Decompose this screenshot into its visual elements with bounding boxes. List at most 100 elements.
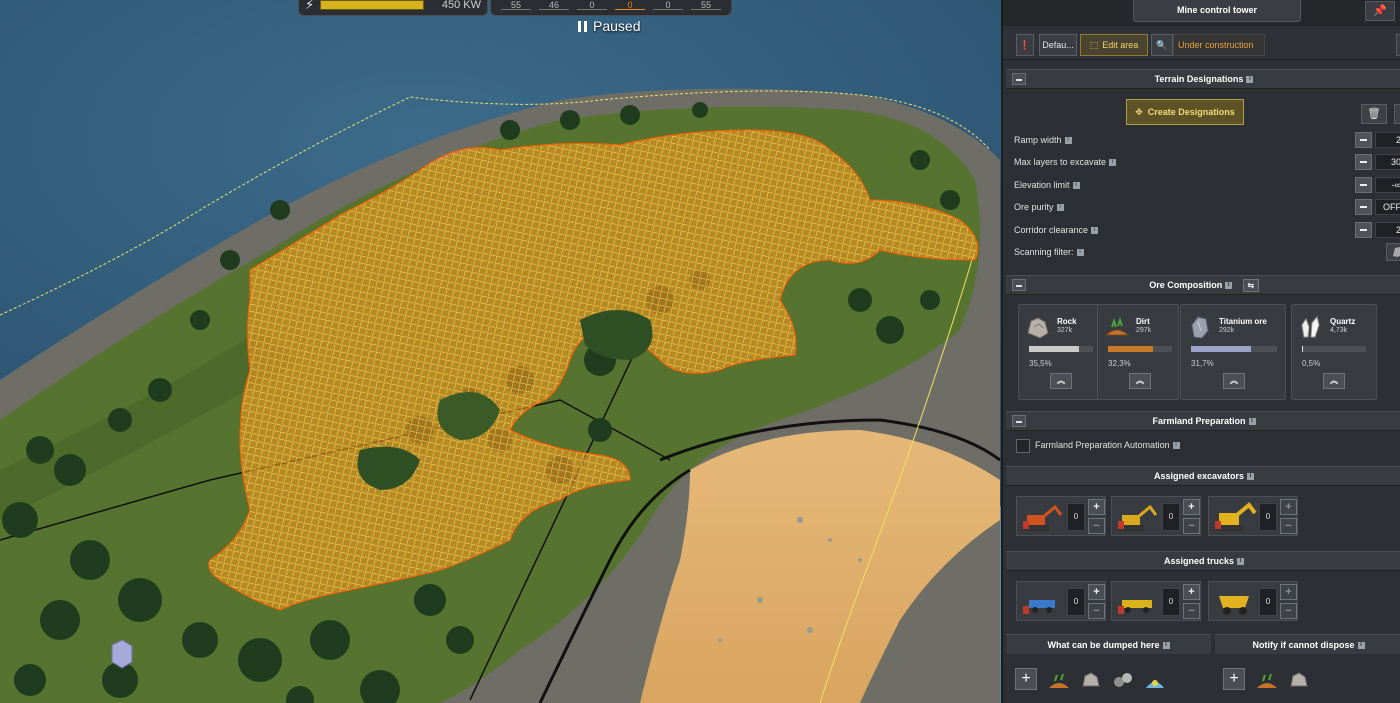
power-bolt-icon: ⚡ (305, 0, 315, 12)
trash-icon[interactable]: 🗑 (1361, 104, 1387, 124)
excavator-count: 0 (1067, 503, 1085, 531)
assigned-excavators-header: Assigned excavators i (1006, 466, 1400, 486)
info-icon[interactable]: i (1246, 76, 1254, 84)
resource-strip[interactable]: 55 46 0 0 0 55 (490, 0, 732, 16)
add-truck-button[interactable]: + (1088, 584, 1105, 600)
ore-amount: 4,73k (1330, 327, 1348, 334)
default-dropdown[interactable]: Defau... (1039, 34, 1077, 56)
paused-indicator[interactable]: Paused (578, 18, 640, 34)
dirt-icon (1049, 673, 1069, 688)
paused-label: Paused (593, 18, 641, 34)
priority-up-button[interactable]: ︽ (1129, 373, 1151, 389)
ore-card-titanium: Titanium ore 292k 31,7% ︽ (1180, 304, 1286, 400)
ore-share-bar (1302, 346, 1366, 352)
info-icon[interactable]: i (1076, 249, 1084, 257)
priority-up-button[interactable]: ︽ (1323, 373, 1345, 389)
add-truck-button[interactable]: + (1183, 584, 1200, 600)
swap-icon[interactable]: ⇆ (1242, 279, 1259, 293)
add-excavator-button[interactable]: + (1088, 499, 1105, 515)
param-value[interactable]: -∞ (1375, 177, 1400, 193)
priority-icon[interactable]: ❗ (1016, 34, 1034, 56)
scanning-filter-button[interactable] (1386, 243, 1400, 261)
ore-name: Rock (1057, 317, 1077, 326)
decrement-button[interactable] (1355, 199, 1372, 215)
farmland-automation-label: Farmland Preparation Automation i (1035, 440, 1180, 450)
remove-excavator-button[interactable]: − (1280, 518, 1297, 534)
create-designations-button[interactable]: ✥ Create Designations (1126, 99, 1244, 125)
info-icon[interactable]: i (1056, 204, 1064, 212)
rock-icon (1290, 672, 1308, 687)
param-value[interactable]: 2 (1375, 132, 1400, 148)
info-icon[interactable]: i (1237, 558, 1245, 566)
resource-counter: 55 (501, 0, 531, 10)
priority-up-button[interactable]: ︽ (1223, 373, 1245, 389)
resource-counter: 0 (615, 0, 645, 10)
remove-truck-button[interactable]: − (1183, 603, 1200, 619)
ore-composition-header: Ore Composition i ⇆ (1006, 275, 1400, 295)
building-icon[interactable] (111, 639, 133, 669)
info-icon[interactable]: i (1248, 418, 1256, 426)
farmland-automation-checkbox[interactable] (1016, 439, 1030, 453)
farmland-automation-text: Farmland Preparation Automation (1035, 440, 1170, 450)
dump-allowed-title: What can be dumped here (1047, 640, 1160, 650)
info-icon[interactable]: i (1172, 442, 1180, 450)
ore-percent: 35,5% (1029, 359, 1052, 368)
waste-icon (1146, 680, 1164, 688)
add-truck-button[interactable]: + (1280, 584, 1297, 600)
remove-truck-button[interactable]: − (1088, 603, 1105, 619)
truck-count: 0 (1162, 588, 1180, 616)
param-max-layers: Max layers to excavate i 30 (1014, 153, 1400, 171)
resource-counter: 0 (653, 0, 683, 10)
power-indicator[interactable]: ⚡ 450 KW (298, 0, 488, 16)
info-icon[interactable]: i (1072, 182, 1080, 190)
priority-up-button[interactable]: ︽ (1050, 373, 1072, 389)
param-label: Max layers to excavate (1014, 157, 1107, 167)
ore-share-bar (1029, 346, 1093, 352)
pause-icon (578, 20, 587, 32)
excavator-count: 0 (1162, 503, 1180, 531)
collapse-button[interactable] (1012, 279, 1026, 291)
truck-slot: 0 + − (1016, 581, 1106, 621)
collapse-button[interactable] (1012, 73, 1026, 85)
decrement-button[interactable] (1355, 154, 1372, 170)
add-excavator-button[interactable]: + (1183, 499, 1200, 515)
ore-share-bar (1108, 346, 1172, 352)
toolbar-overflow-button[interactable] (1396, 34, 1400, 56)
param-ramp-width: Ramp widthi 2 (1014, 131, 1400, 149)
remove-excavator-button[interactable]: − (1088, 518, 1105, 534)
decrement-button[interactable] (1355, 132, 1372, 148)
search-icon[interactable]: 🔍 (1151, 34, 1173, 56)
add-excavator-button[interactable]: + (1280, 499, 1297, 515)
info-icon[interactable]: i (1091, 227, 1099, 235)
decrement-button[interactable] (1355, 177, 1372, 193)
truck-slot: 0 + − (1208, 581, 1298, 621)
pin-icon[interactable]: 📌 (1365, 1, 1395, 21)
param-value[interactable]: OFF (1375, 199, 1400, 215)
info-icon[interactable]: i (1162, 642, 1170, 650)
ore-card-dirt: Dirt 297k 32,3% ︽ (1097, 304, 1179, 400)
edit-area-button[interactable]: ⬚ Edit area (1080, 34, 1148, 56)
create-designations-label: Create Designations (1147, 107, 1235, 117)
assigned-excavators-title: Assigned excavators (1153, 471, 1245, 481)
info-icon[interactable]: i (1225, 282, 1233, 290)
extra-action-button[interactable] (1394, 104, 1400, 124)
remove-truck-button[interactable]: − (1280, 603, 1297, 619)
info-icon[interactable]: i (1247, 473, 1255, 481)
ore-amount: 327k (1057, 327, 1073, 334)
param-value[interactable]: 2 (1375, 222, 1400, 238)
remove-excavator-button[interactable]: − (1183, 518, 1200, 534)
ore-filter-icon (1393, 247, 1400, 257)
ore-share-fill (1029, 346, 1079, 352)
info-icon[interactable]: i (1357, 642, 1365, 650)
collapse-button[interactable] (1012, 415, 1026, 427)
add-dump-product-button[interactable]: + (1015, 668, 1037, 690)
farmland-preparation-header: Farmland Preparation i (1006, 411, 1400, 431)
add-notify-product-button[interactable]: + (1223, 668, 1245, 690)
status-badge: Under construction (1173, 34, 1265, 56)
ore-card-rock: Rock 327k 35,5% ︽ (1018, 304, 1100, 400)
param-value[interactable]: 30 (1375, 154, 1400, 170)
info-icon[interactable]: i (1064, 137, 1072, 145)
info-icon[interactable]: i (1109, 159, 1117, 167)
rock-icon (1027, 317, 1049, 339)
decrement-button[interactable] (1355, 222, 1372, 238)
